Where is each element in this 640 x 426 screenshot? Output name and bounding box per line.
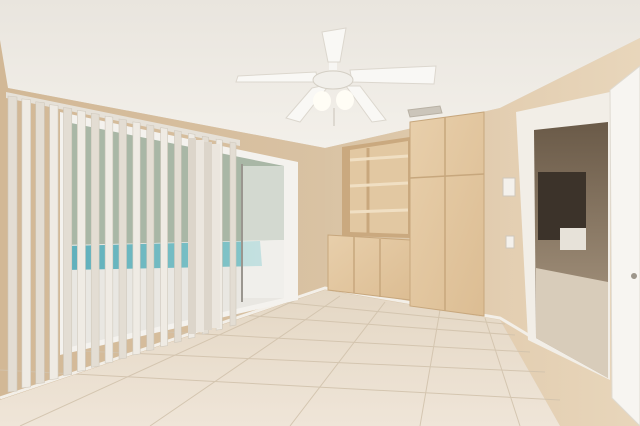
- door-handle: [631, 273, 637, 279]
- blind-slat: [104, 115, 114, 364]
- blind-slat: [196, 140, 204, 332]
- blind-slat: [146, 124, 155, 352]
- blind-slat: [77, 110, 86, 372]
- blind-slat: [212, 144, 220, 328]
- blind-slat: [132, 121, 141, 356]
- blind-slat: [160, 127, 168, 347]
- room-photo: [0, 0, 640, 426]
- blind-slat: [118, 118, 127, 360]
- blind-slat: [204, 142, 212, 330]
- blind-slat: [49, 104, 59, 380]
- lower-cabinets: [327, 234, 411, 301]
- blind-slat: [21, 98, 31, 389]
- blind-slat: [35, 101, 45, 385]
- open-shelves: [342, 137, 410, 238]
- light-switch: [505, 235, 515, 249]
- blind-slat: [90, 112, 100, 368]
- thermostat: [502, 177, 516, 197]
- tall-cabinets: [409, 111, 485, 317]
- blind-slat: [188, 138, 196, 334]
- blind-slat: [174, 130, 182, 343]
- blind-slat: [63, 107, 73, 376]
- blind-slat: [7, 95, 18, 393]
- fan-light-left: [313, 91, 331, 111]
- doorway: [516, 92, 610, 380]
- blind-slat: [229, 141, 237, 327]
- room-illustration: [0, 0, 640, 426]
- fan-light-right: [336, 90, 354, 110]
- open-door: [609, 65, 640, 426]
